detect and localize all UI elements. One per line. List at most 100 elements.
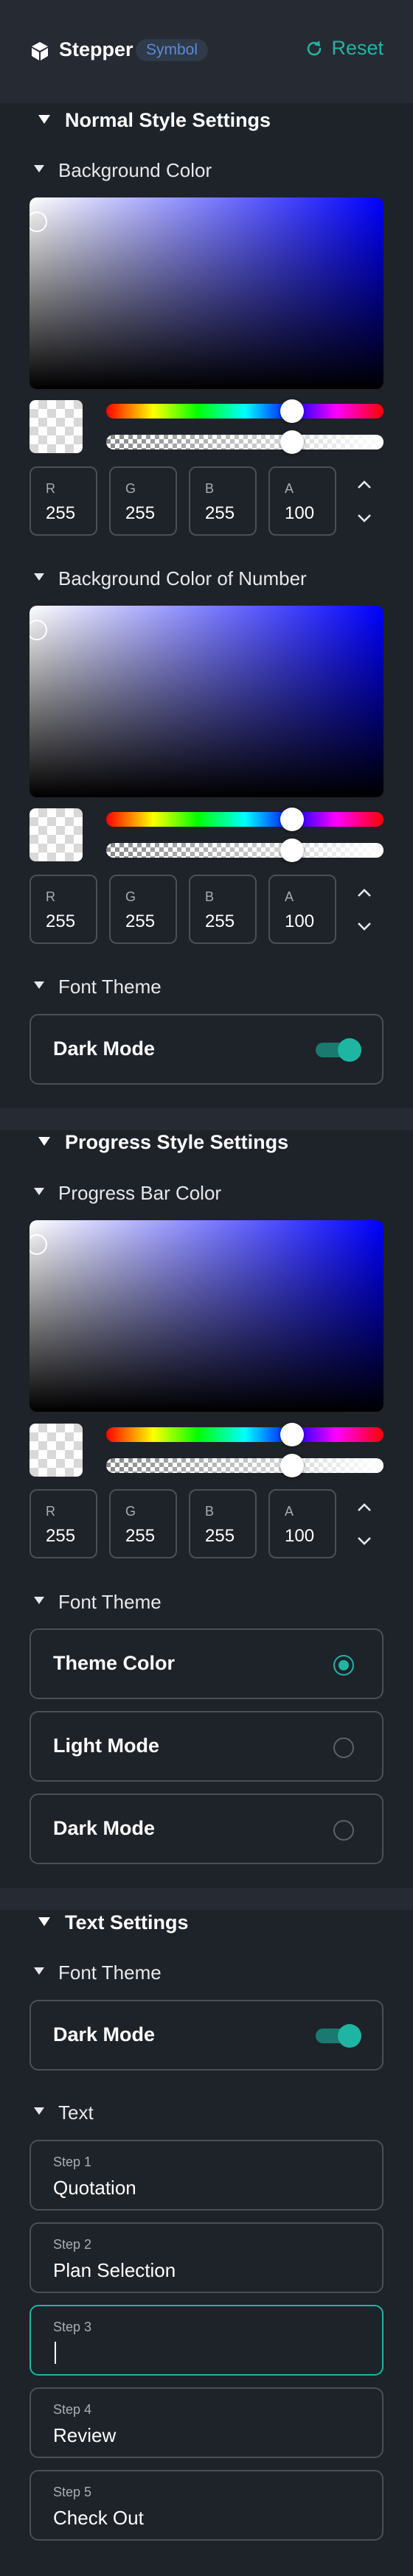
saturation-value-picker[interactable]	[30, 1220, 384, 1412]
blue-input[interactable]: B 255	[189, 875, 257, 944]
red-input[interactable]: R 255	[30, 1489, 97, 1558]
picker-handle[interactable]	[30, 1234, 47, 1255]
dark-mode-toggle[interactable]	[316, 1038, 361, 1062]
decrement-button[interactable]	[354, 1533, 375, 1548]
section-title: Normal Style Settings	[65, 108, 271, 131]
red-input[interactable]: R 255	[30, 875, 97, 944]
channel-value: 100	[285, 503, 315, 523]
theme-option-dark-mode[interactable]: Dark Mode	[30, 1793, 384, 1864]
chevron-down-icon	[358, 514, 371, 522]
increment-button[interactable]	[354, 477, 375, 492]
section-text-settings[interactable]: Text Settings	[0, 1897, 413, 1948]
channel-value: 255	[125, 503, 156, 523]
caret-down-icon	[38, 1137, 50, 1146]
channel-label: G	[125, 1504, 136, 1519]
color-swatch	[30, 808, 83, 861]
hue-slider[interactable]	[106, 1423, 384, 1446]
top-bar: Stepper Symbol Reset	[0, 0, 413, 103]
subsection-number-bg-color[interactable]: Background Color of Number	[0, 557, 413, 598]
alpha-slider[interactable]	[106, 843, 384, 858]
alpha-input[interactable]: A 100	[268, 875, 336, 944]
picker-handle[interactable]	[30, 211, 47, 232]
channel-value: 255	[46, 1526, 76, 1546]
alpha-slider-thumb[interactable]	[280, 430, 304, 454]
color-swatch	[30, 400, 83, 453]
toggle-label: Dark Mode	[53, 2023, 156, 2045]
reset-label: Reset	[331, 37, 384, 59]
subsection-title: Font Theme	[58, 1961, 162, 1984]
caret-down-icon	[34, 573, 44, 581]
channel-value: 255	[125, 911, 156, 931]
subsection-progress-bar-color[interactable]: Progress Bar Color	[0, 1172, 413, 1213]
blue-input[interactable]: B 255	[189, 1489, 257, 1558]
step-caption: Step 4	[53, 2402, 92, 2417]
red-input[interactable]: R 255	[30, 466, 97, 536]
dark-mode-toggle-card[interactable]: Dark Mode	[30, 1014, 384, 1085]
saturation-value-picker[interactable]	[30, 197, 384, 389]
text-cursor	[55, 2342, 56, 2364]
dark-mode-toggle[interactable]	[316, 2024, 361, 2048]
subsection-font-theme[interactable]: Font Theme	[0, 965, 413, 1007]
step-1-input[interactable]: Step 1 Quotation	[30, 2140, 384, 2211]
blue-input[interactable]: B 255	[189, 466, 257, 536]
increment-button[interactable]	[354, 886, 375, 900]
hue-slider[interactable]	[106, 399, 384, 423]
subsection-title: Background Color of Number	[58, 567, 307, 589]
channel-value: 100	[285, 1526, 315, 1546]
radio-button[interactable]	[333, 1737, 354, 1758]
channel-label: B	[205, 481, 215, 496]
theme-option-theme-color[interactable]: Theme Color	[30, 1628, 384, 1699]
step-caption: Step 3	[53, 2320, 92, 2334]
theme-option-light-mode[interactable]: Light Mode	[30, 1711, 384, 1782]
option-label: Light Mode	[53, 1735, 159, 1757]
alpha-slider[interactable]	[106, 1458, 384, 1473]
symbol-badge: Symbol	[136, 39, 209, 61]
section-title: Text Settings	[65, 1911, 189, 1933]
step-5-input[interactable]: Step 5 Check Out	[30, 2470, 384, 2541]
channel-label: B	[205, 1504, 215, 1519]
step-3-input[interactable]: Step 3	[30, 2305, 384, 2376]
subsection-background-color[interactable]: Background Color	[0, 149, 413, 190]
decrement-button[interactable]	[354, 919, 375, 934]
step-caption: Step 2	[53, 2237, 92, 2252]
reset-button[interactable]: Reset	[305, 37, 384, 60]
decrement-button[interactable]	[354, 511, 375, 525]
hue-slider-thumb[interactable]	[280, 1423, 304, 1446]
green-input[interactable]: G 255	[109, 1489, 177, 1558]
channel-value: 255	[125, 1526, 156, 1546]
section-progress-style[interactable]: Progress Style Settings	[0, 1116, 413, 1168]
alpha-slider-thumb[interactable]	[280, 1454, 304, 1477]
subsection-progress-font-theme[interactable]: Font Theme	[0, 1581, 413, 1622]
alpha-input[interactable]: A 100	[268, 1489, 336, 1558]
section-normal-style[interactable]: Normal Style Settings	[0, 94, 413, 146]
increment-button[interactable]	[354, 1500, 375, 1515]
green-input[interactable]: G 255	[109, 466, 177, 536]
caret-down-icon	[34, 981, 44, 989]
radio-button[interactable]	[333, 1655, 354, 1676]
channel-label: G	[125, 889, 136, 904]
channel-value: 100	[285, 911, 315, 931]
alpha-input[interactable]: A 100	[268, 466, 336, 536]
green-input[interactable]: G 255	[109, 875, 177, 944]
chevron-down-icon	[358, 923, 371, 931]
alpha-slider-thumb[interactable]	[280, 839, 304, 862]
dark-mode-toggle-card[interactable]: Dark Mode	[30, 2000, 384, 2071]
caret-down-icon	[38, 1917, 50, 1926]
alpha-slider[interactable]	[106, 435, 384, 449]
radio-button[interactable]	[333, 1820, 354, 1841]
picker-handle[interactable]	[30, 620, 47, 640]
step-2-input[interactable]: Step 2 Plan Selection	[30, 2222, 384, 2293]
hue-slider[interactable]	[106, 808, 384, 831]
app-title: Stepper	[59, 38, 133, 60]
subsection-text-font-theme[interactable]: Font Theme	[0, 1951, 413, 1992]
step-4-input[interactable]: Step 4 Review	[30, 2387, 384, 2458]
caret-down-icon	[34, 1967, 44, 1975]
chevron-up-icon	[358, 889, 371, 897]
step-value: Review	[53, 2424, 117, 2446]
toggle-label: Dark Mode	[53, 1037, 156, 1060]
cube-icon	[32, 42, 48, 60]
saturation-value-picker[interactable]	[30, 606, 384, 797]
subsection-text[interactable]: Text	[0, 2091, 413, 2132]
hue-slider-thumb[interactable]	[280, 808, 304, 831]
hue-slider-thumb[interactable]	[280, 399, 304, 423]
